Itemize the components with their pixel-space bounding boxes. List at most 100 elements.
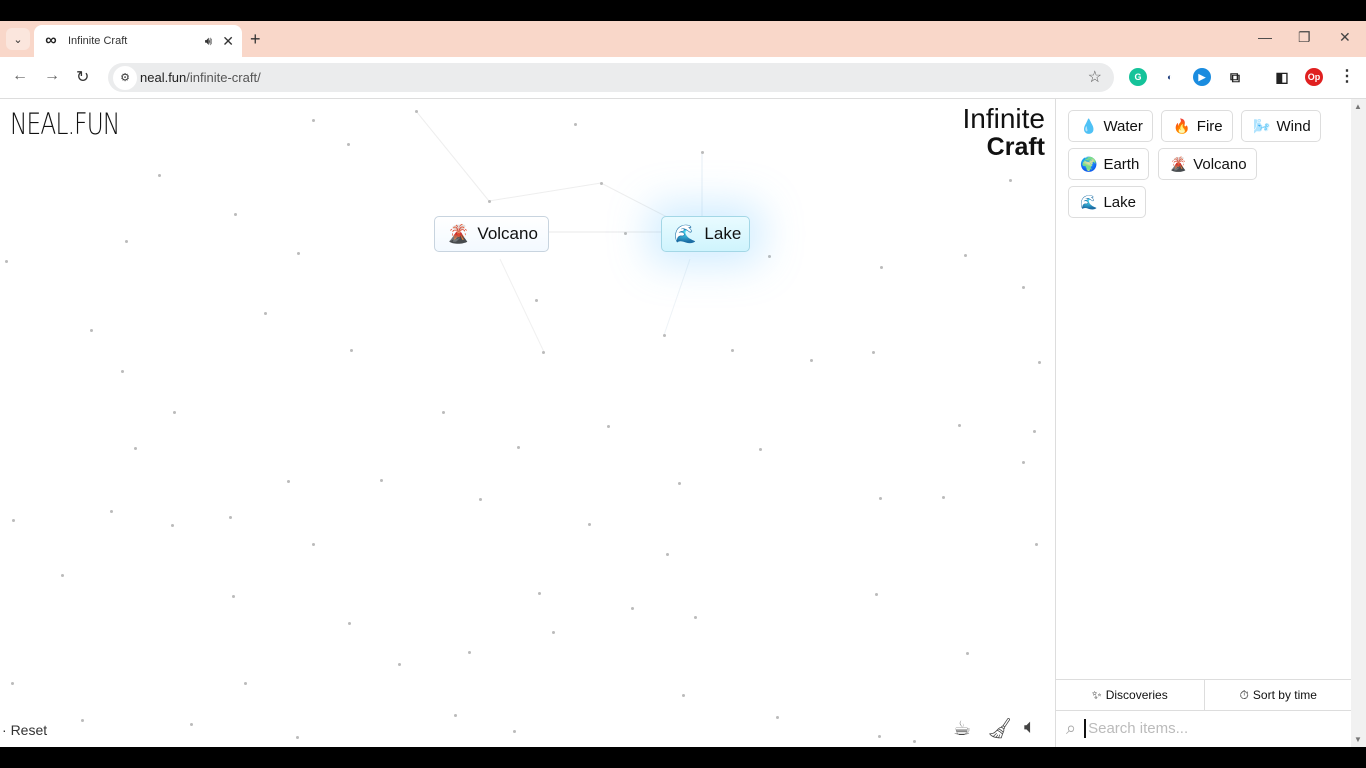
particle-dot xyxy=(574,123,577,126)
particle-dot xyxy=(768,255,771,258)
particle-dot xyxy=(61,574,64,577)
particle-dot xyxy=(1009,179,1012,182)
particle-dot xyxy=(244,682,247,685)
item-label: Volcano xyxy=(477,224,538,243)
speaker-icon[interactable]: 🔈︎ xyxy=(1024,716,1036,739)
browser-tab[interactable]: ∞ Infinite Craft 🔊︎ ✕ xyxy=(34,25,242,57)
particle-dot xyxy=(264,312,267,315)
extension-icon[interactable]: ▶ xyxy=(1193,68,1211,86)
particle-dot xyxy=(454,714,457,717)
particle-dot xyxy=(12,519,15,522)
particle-dot xyxy=(666,553,669,556)
opera-icon[interactable]: Op xyxy=(1305,68,1323,86)
particle-dot xyxy=(312,119,315,122)
url-host: neal.fun xyxy=(140,70,187,85)
particle-dot xyxy=(398,663,401,666)
particle-dot xyxy=(348,622,351,625)
puzzle-icon[interactable]: ⧉ xyxy=(1226,68,1244,86)
item-label: Wind xyxy=(1276,117,1311,135)
grammarly-icon[interactable]: G xyxy=(1129,68,1147,86)
scrollbar[interactable]: ▲ ▼ xyxy=(1351,99,1366,747)
items-sidebar: 💧 Water 🔥 Fire 🌬️ Wind 🌍 Earth 🌋 Volcano 🌊 Lak… xyxy=(1055,99,1352,747)
particle-dot xyxy=(190,723,193,726)
bookmark-star-icon[interactable]: ☆ xyxy=(1088,67,1102,87)
wind-icon: 🌬️ xyxy=(1253,117,1271,134)
address-bar[interactable]: ⚙ neal.fun/infinite-craft/ ☆ xyxy=(108,63,1114,92)
forward-icon[interactable]: → xyxy=(44,67,60,85)
menu-icon[interactable]: ⋮ xyxy=(1338,68,1356,86)
minimize-icon[interactable]: — xyxy=(1258,29,1272,45)
scroll-up-icon[interactable]: ▲ xyxy=(1354,102,1362,111)
particle-dot xyxy=(229,516,232,519)
sidebar-item-earth[interactable]: 🌍 Earth xyxy=(1068,148,1150,180)
url-text[interactable]: neal.fun/infinite-craft/ xyxy=(140,70,261,85)
particle-line xyxy=(663,258,691,336)
canvas-item-volcano[interactable]: 🌋 Volcano xyxy=(434,216,549,252)
particle-dot xyxy=(966,652,969,655)
particle-dot xyxy=(297,252,300,255)
sidebar-item-water[interactable]: 💧 Water xyxy=(1068,110,1153,142)
neal-fun-logo[interactable]: NEAL.FUN xyxy=(10,107,120,141)
discoveries-button[interactable]: ✨︎ Discoveries xyxy=(1056,680,1204,710)
close-window-icon[interactable]: ✕ xyxy=(1339,29,1351,46)
particle-dot xyxy=(234,213,237,216)
particle-dot xyxy=(121,370,124,373)
particle-dot xyxy=(878,735,881,738)
screen-bottom-border xyxy=(0,747,1366,768)
sidebar-item-lake[interactable]: 🌊 Lake xyxy=(1068,186,1146,218)
extension-icon[interactable]: ◐ xyxy=(1161,68,1179,86)
craft-canvas[interactable]: NEAL.FUN Infinite Craft 🌋 Volcano 🌊 Lake… xyxy=(0,99,1055,747)
url-path: /infinite-craft/ xyxy=(186,70,261,85)
particle-dot xyxy=(552,631,555,634)
particle-dot xyxy=(5,260,8,263)
tab-search-button[interactable]: ⌄ xyxy=(6,28,30,50)
back-icon[interactable]: ← xyxy=(12,67,28,85)
broom-icon[interactable]: 🧹︎ xyxy=(987,716,1012,741)
particle-dot xyxy=(1022,286,1025,289)
particle-dot xyxy=(810,359,813,362)
particle-line xyxy=(499,258,545,353)
search-input[interactable] xyxy=(1084,719,1321,738)
restore-icon[interactable]: ❐ xyxy=(1298,29,1311,46)
speaker-icon[interactable]: 🔊︎ xyxy=(205,34,213,49)
particle-dot xyxy=(913,740,916,743)
site-info-icon[interactable]: ⚙ xyxy=(113,66,137,90)
particle-dot xyxy=(701,151,704,154)
particle-lines xyxy=(415,110,703,353)
particle-dot xyxy=(682,694,685,697)
sidepanel-icon[interactable]: ◧ xyxy=(1273,68,1291,86)
particle-dot xyxy=(81,719,84,722)
page: NEAL.FUN Infinite Craft 🌋 Volcano 🌊 Lake… xyxy=(0,99,1366,747)
particle-dot xyxy=(624,232,627,235)
particle-dot xyxy=(875,593,878,596)
infinity-icon: ∞ xyxy=(45,32,57,49)
coffee-icon[interactable]: ☕︎ xyxy=(953,716,971,741)
particle-dot xyxy=(488,200,491,203)
search-bar: ⌕ xyxy=(1056,710,1352,747)
particle-dot xyxy=(134,447,137,450)
wave-icon: 🌊 xyxy=(1080,193,1098,210)
particle-dot xyxy=(110,510,113,513)
sidebar-footer: ✨︎ Discoveries ⏱︎ Sort by time xyxy=(1056,679,1352,711)
reset-button[interactable]: · Reset xyxy=(2,722,47,738)
particle-line xyxy=(415,110,490,202)
close-tab-icon[interactable]: ✕ xyxy=(222,33,234,50)
scroll-down-icon[interactable]: ▼ xyxy=(1354,735,1362,744)
particle-dot xyxy=(535,299,538,302)
tab-title: Infinite Craft xyxy=(68,35,128,47)
particle-dot xyxy=(11,682,14,685)
item-label: Water xyxy=(1103,117,1143,135)
sidebar-item-volcano[interactable]: 🌋 Volcano xyxy=(1157,148,1257,180)
item-label: Fire xyxy=(1196,117,1223,135)
timer-icon: ⏱︎ xyxy=(1239,687,1249,702)
sort-button[interactable]: ⏱︎ Sort by time xyxy=(1203,680,1353,710)
sort-label: Sort by time xyxy=(1252,688,1317,702)
browser-toolbar: ← → ↻ ⚙ neal.fun/infinite-craft/ ☆ G ◐ ▶… xyxy=(0,57,1366,99)
discoveries-label: Discoveries xyxy=(1105,688,1168,702)
new-tab-button[interactable]: + xyxy=(250,29,261,50)
sidebar-item-fire[interactable]: 🔥 Fire xyxy=(1161,110,1233,142)
canvas-item-lake[interactable]: 🌊 Lake xyxy=(661,216,750,252)
reload-icon[interactable]: ↻ xyxy=(76,67,89,87)
reset-label: Reset xyxy=(10,722,48,738)
sidebar-item-wind[interactable]: 🌬️ Wind xyxy=(1241,110,1321,142)
